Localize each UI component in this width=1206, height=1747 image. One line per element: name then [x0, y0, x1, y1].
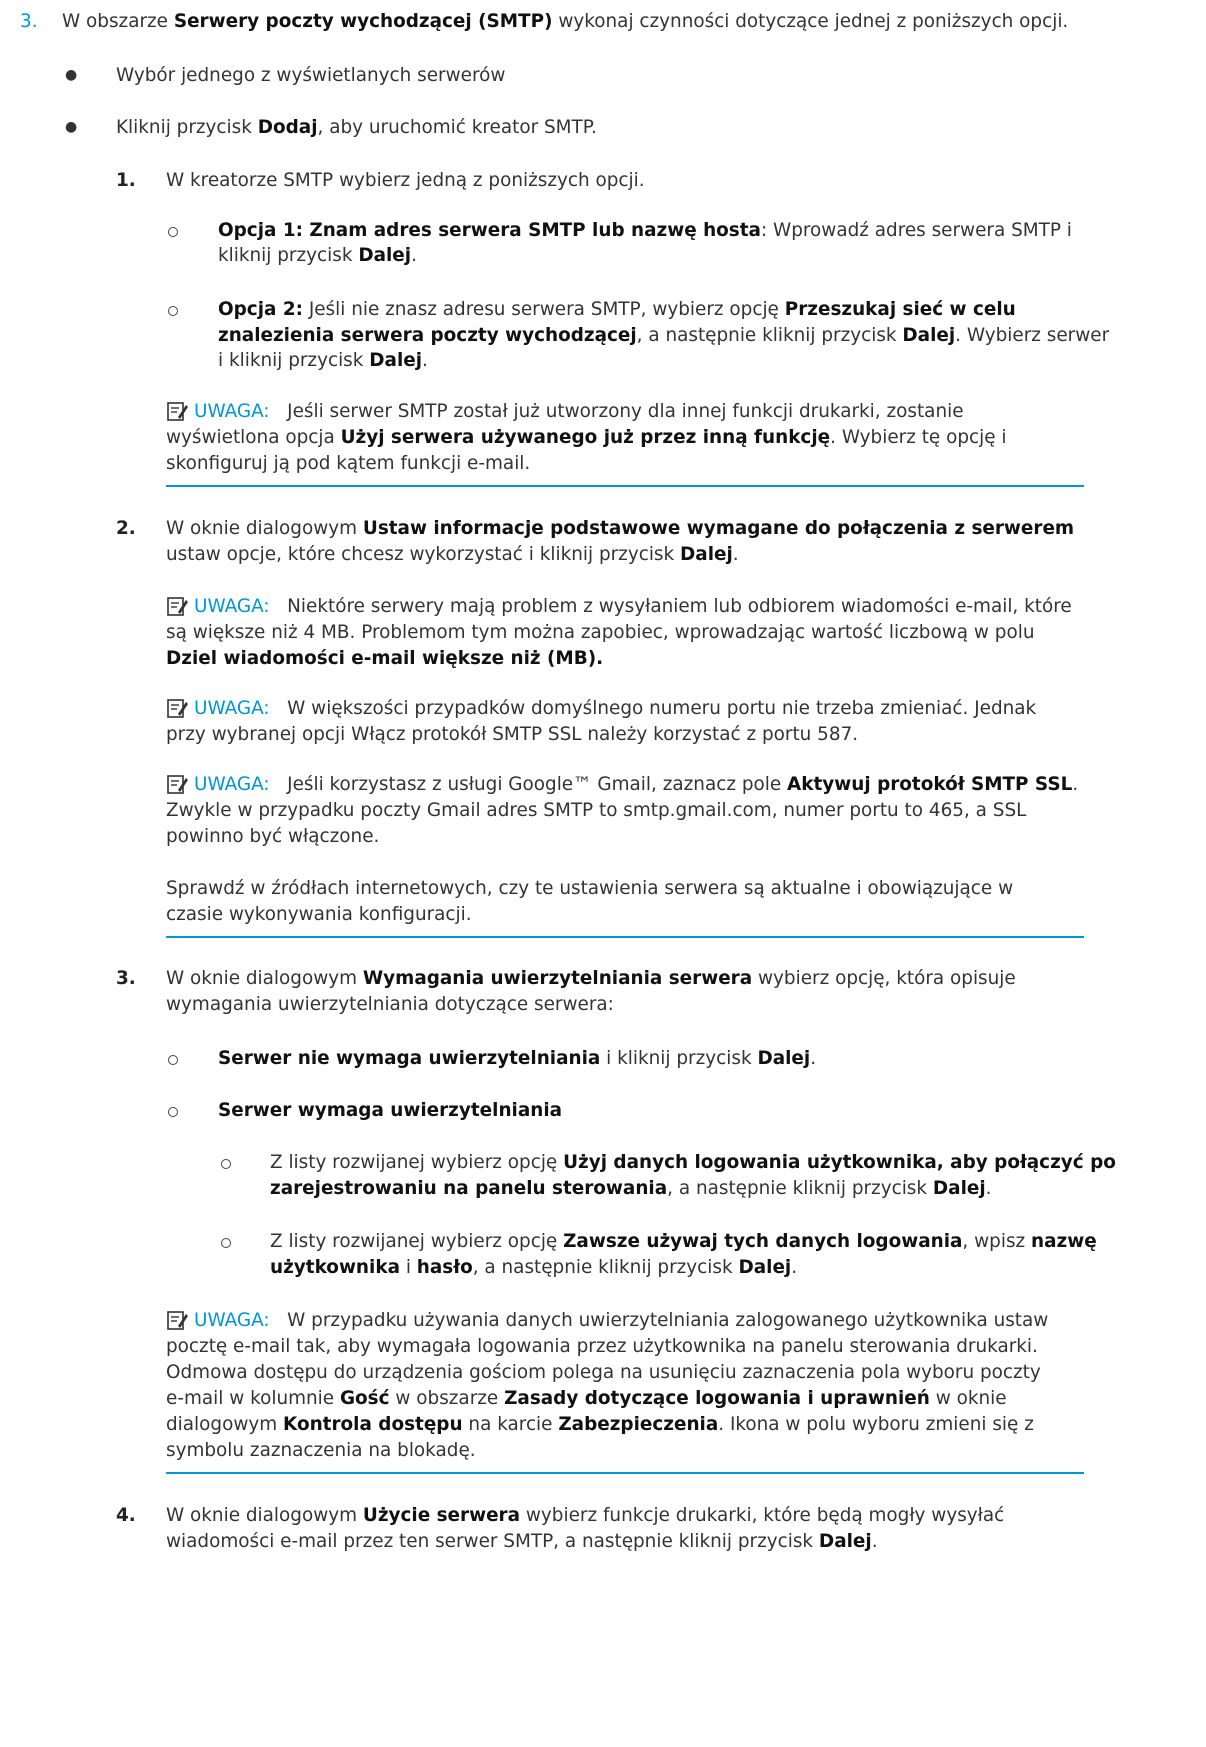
list-item: Wybór jednego z wyświetlanych serwerów [116, 65, 506, 86]
substep-number: 4. [116, 1505, 136, 1526]
step-number: 3. [20, 11, 38, 32]
note-icon [167, 402, 188, 421]
note-line: Dziel wiadomości e-mail większe niż (MB)… [166, 648, 604, 669]
note-icon [167, 699, 188, 718]
note-line: UWAGA: Jeśli serwer SMTP został już utwo… [194, 401, 964, 422]
option-line: i kliknij przycisk Dalej. [218, 350, 428, 371]
option-line: Serwer wymaga uwierzytelniania [218, 1100, 563, 1121]
note-divider [166, 936, 1084, 938]
step-text: W obszarze Serwery poczty wychodzącej (S… [62, 11, 1069, 32]
note-icon [167, 775, 188, 794]
note-line: Odmowa dostępu do urządzenia gościom pol… [166, 1362, 1041, 1383]
circle-bullet-icon [221, 1159, 231, 1169]
note-line: skonfiguruj ją pod kątem funkcji e-mail. [166, 453, 531, 474]
option-line: znalezienia serwera poczty wychodzącej, … [218, 325, 1110, 346]
note-divider [166, 1472, 1084, 1474]
circle-bullet-icon [168, 306, 178, 316]
substep-number: 3. [116, 968, 136, 989]
option-line: użytkownika i hasło, a następnie kliknij… [270, 1257, 798, 1278]
option-line: Z listy rozwijanej wybierz opcję Użyj da… [270, 1152, 1116, 1173]
note-icon [167, 1311, 188, 1330]
circle-bullet-icon [221, 1238, 231, 1248]
note-line: UWAGA: Jeśli korzystasz z usługi Google™… [194, 774, 1079, 795]
note-line: pocztę e-mail tak, aby wymagała logowani… [166, 1336, 1038, 1357]
bullet-dot: ● [65, 119, 78, 135]
substep-text: wiadomości e-mail przez ten serwer SMTP,… [166, 1531, 878, 1552]
substep-text: W oknie dialogowym Użycie serwera wybier… [166, 1505, 1005, 1526]
note-line: UWAGA: Niektóre serwery mają problem z w… [194, 596, 1072, 617]
bullet-dot: ● [65, 67, 78, 83]
list-item: Kliknij przycisk Dodaj, aby uruchomić kr… [116, 117, 597, 138]
note-line: powinno być włączone. [166, 826, 380, 847]
circle-bullet-icon [168, 1107, 178, 1117]
substep-text: W oknie dialogowym Wymagania uwierzyteln… [166, 968, 1016, 989]
note-line: czasie wykonywania konfiguracji. [166, 904, 472, 925]
option-line: kliknij przycisk Dalej. [218, 245, 417, 266]
note-line: są większe niż 4 MB. Problemom tym można… [166, 622, 1035, 643]
circle-bullet-icon [168, 1055, 178, 1065]
note-divider [166, 485, 1084, 487]
substep-text: W kreatorze SMTP wybierz jedną z poniższ… [166, 170, 645, 191]
note-icon [167, 597, 188, 616]
option-line: Z listy rozwijanej wybierz opcję Zawsze … [270, 1231, 1097, 1252]
note-line: symbolu zaznaczenia na blokadę. [166, 1440, 476, 1461]
option-line: Opcja 2: Jeśli nie znasz adresu serwera … [218, 299, 1016, 320]
substep-text: wymagania uwierzytelniania dotyczące ser… [166, 994, 614, 1015]
note-line: dialogowym Kontrola dostępu na karcie Za… [166, 1414, 1034, 1435]
substep-text: ustaw opcje, które chcesz wykorzystać i … [166, 544, 739, 565]
substep-text: W oknie dialogowym Ustaw informacje pods… [166, 518, 1075, 539]
note-line: UWAGA: W przypadku używania danych uwier… [194, 1310, 1049, 1331]
substep-number: 2. [116, 518, 136, 539]
circle-bullet-icon [168, 227, 178, 237]
substep-number: 1. [116, 170, 136, 191]
note-line: wyświetlona opcja Użyj serwera używanego… [166, 427, 1007, 448]
note-line: Sprawdź w źródłach internetowych, czy te… [166, 878, 1014, 899]
note-line: UWAGA: W większości przypadków domyślneg… [194, 698, 1037, 719]
note-line: e-mail w kolumnie Gość w obszarze Zasady… [166, 1388, 1007, 1409]
option-line: Serwer nie wymaga uwierzytelniania i kli… [218, 1048, 817, 1069]
option-line: zarejestrowaniu na panelu sterowania, a … [270, 1178, 992, 1199]
note-line: przy wybranej opcji Włącz protokół SMTP … [166, 724, 859, 745]
option-line: Opcja 1: Znam adres serwera SMTP lub naz… [218, 220, 1072, 241]
note-line: Zwykle w przypadku poczty Gmail adres SM… [166, 800, 1027, 821]
